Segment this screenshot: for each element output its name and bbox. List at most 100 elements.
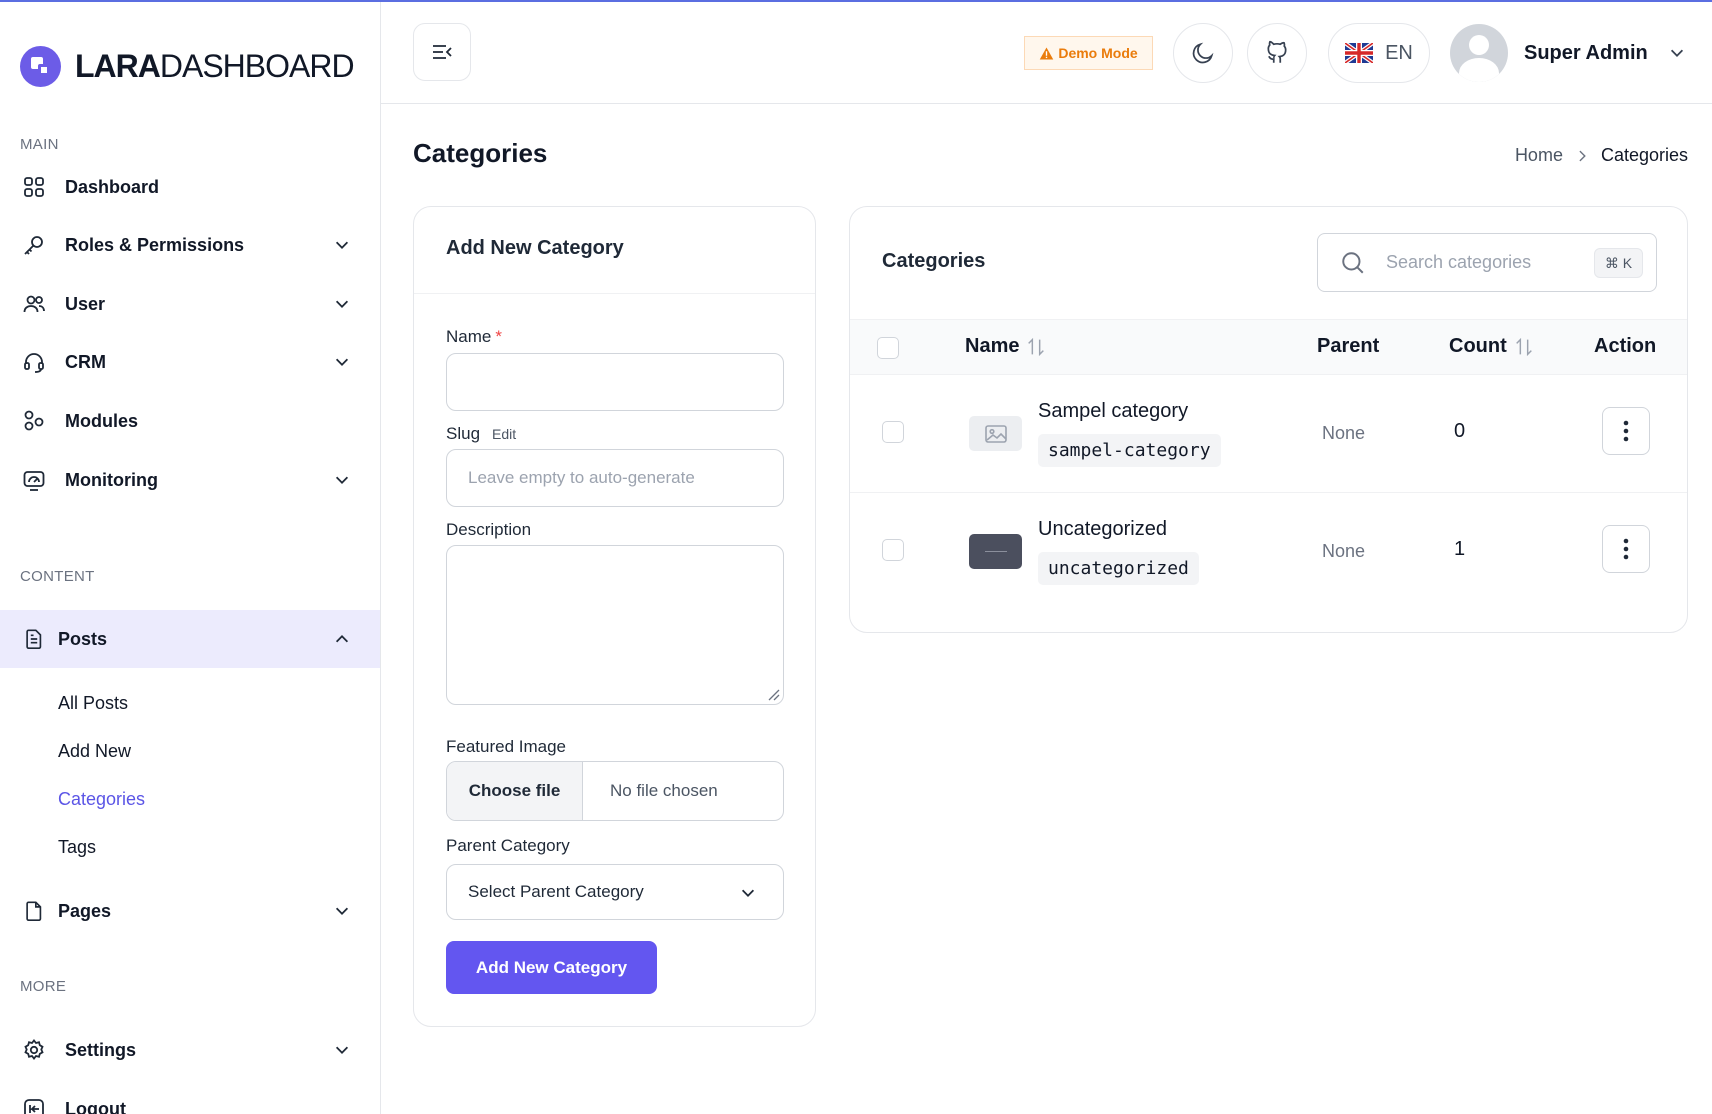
chevron-up-icon	[335, 635, 349, 643]
name-input[interactable]	[446, 353, 784, 411]
sidebar-subitem-categories[interactable]: Categories	[58, 789, 145, 810]
moon-icon	[1192, 42, 1214, 64]
slug-edit-link[interactable]: Edit	[492, 426, 516, 442]
add-category-button[interactable]: Add New Category	[446, 941, 657, 994]
breadcrumb: Home Categories	[1515, 145, 1688, 166]
table-row: Sampel category sampel-category None 0	[850, 375, 1687, 493]
demo-mode-badge: Demo Mode	[1024, 36, 1153, 70]
grid-icon	[22, 175, 46, 199]
column-count[interactable]: Count	[1449, 335, 1535, 358]
breadcrumb-current: Categories	[1600, 145, 1688, 165]
sidebar-item-posts[interactable]: Posts	[0, 610, 380, 668]
choose-file-button[interactable]: Choose file	[447, 762, 583, 820]
chevron-down-icon	[335, 300, 349, 308]
category-parent: None	[1322, 541, 1366, 561]
table-row: Uncategorized uncategorized None 1	[850, 493, 1687, 611]
category-slug: sampel-category	[1038, 434, 1221, 467]
uk-flag-icon	[1345, 43, 1374, 63]
language-switcher[interactable]: EN	[1328, 23, 1430, 83]
sidebar-item-label: Settings	[65, 1039, 137, 1060]
sidebar-item-user[interactable]: User	[0, 275, 380, 333]
sidebar-subitem-add-new[interactable]: Add New	[58, 741, 131, 762]
add-category-title: Add New Category	[414, 207, 815, 294]
row-checkbox[interactable]	[882, 421, 904, 443]
sidebar-item-label: Roles & Permissions	[65, 234, 245, 255]
more-vertical-icon	[1623, 538, 1629, 560]
sidebar-item-label: CRM	[65, 351, 106, 372]
file-icon	[22, 899, 46, 923]
column-name[interactable]: Name	[965, 335, 1047, 358]
section-label-content: CONTENT	[20, 568, 95, 585]
sidebar-item-monitoring[interactable]: Monitoring	[0, 451, 380, 509]
sidebar-item-label: User	[65, 293, 106, 314]
modules-icon	[22, 409, 46, 433]
category-count: 0	[1454, 420, 1466, 442]
sidebar-item-label: Posts	[58, 628, 108, 649]
sidebar-toggle-button[interactable]	[413, 23, 471, 81]
page-title: Categories	[413, 138, 548, 168]
row-actions-button[interactable]	[1602, 407, 1650, 455]
key-icon	[22, 233, 46, 257]
chevron-down-icon	[741, 889, 755, 897]
description-label: Description	[446, 520, 532, 539]
section-label-more: MORE	[20, 978, 67, 995]
brand-logo-icon	[20, 46, 61, 87]
row-checkbox[interactable]	[882, 539, 904, 561]
column-action: Action	[1594, 335, 1657, 357]
featured-image-input[interactable]: Choose file No file chosen	[446, 761, 784, 821]
sidebar-item-pages[interactable]: Pages	[0, 882, 380, 940]
chevron-down-icon	[335, 358, 349, 366]
parent-category-select[interactable]: Select Parent Category	[446, 864, 784, 920]
featured-image-label: Featured Image	[446, 737, 567, 756]
sidebar-item-modules[interactable]: Modules	[0, 392, 380, 450]
avatar	[1450, 24, 1508, 82]
more-vertical-icon	[1623, 420, 1629, 442]
table-header: Name Parent Count Action	[850, 319, 1687, 375]
required-mark: *	[495, 327, 502, 346]
sidebar-item-roles[interactable]: Roles & Permissions	[0, 216, 380, 274]
row-actions-button[interactable]	[1602, 525, 1650, 573]
sidebar-subitem-tags[interactable]: Tags	[58, 837, 96, 858]
image-placeholder-icon	[969, 416, 1022, 451]
slug-input[interactable]: Leave empty to auto-generate	[446, 449, 784, 507]
sidebar-item-label: Modules	[65, 410, 139, 431]
dark-mode-toggle[interactable]	[1173, 23, 1233, 83]
search-placeholder: Search categories	[1386, 252, 1532, 272]
parent-category-label: Parent Category	[446, 836, 570, 855]
search-shortcut: ⌘ K	[1594, 248, 1643, 278]
sidebar-item-crm[interactable]: CRM	[0, 333, 380, 391]
category-name[interactable]: Uncategorized	[1038, 518, 1167, 541]
category-thumbnail	[969, 534, 1022, 569]
brand-name: LARADASHBOARD	[75, 48, 355, 84]
description-textarea[interactable]	[446, 545, 784, 705]
sidebar-item-label: Pages	[58, 900, 112, 921]
users-icon	[22, 292, 46, 316]
categories-list-card: Categories Search categories ⌘ K Name Pa…	[849, 206, 1688, 633]
name-label: Name *	[446, 327, 502, 346]
category-count: 1	[1454, 538, 1466, 560]
sidebar-item-label: Logout	[65, 1098, 126, 1114]
resize-handle-icon[interactable]	[766, 687, 780, 701]
chevron-right-icon	[1579, 150, 1586, 161]
github-link-button[interactable]	[1247, 23, 1307, 83]
search-input[interactable]: Search categories ⌘ K	[1317, 233, 1657, 292]
user-menu[interactable]: Super Admin	[1450, 23, 1686, 83]
sidebar-item-logout[interactable]: Logout	[0, 1080, 380, 1114]
add-category-card: Add New Category Name * Slug Edit Leave em…	[413, 206, 816, 1027]
sidebar-item-label: Monitoring	[65, 469, 158, 490]
sort-icon	[1515, 337, 1532, 356]
language-code: EN	[1385, 41, 1413, 64]
document-icon	[22, 627, 46, 651]
category-name[interactable]: Sampel category	[1038, 400, 1188, 423]
sidebar-subitem-all-posts[interactable]: All Posts	[58, 693, 128, 714]
chevron-down-icon	[335, 1046, 349, 1054]
chevron-down-icon	[335, 476, 349, 484]
file-status: No file chosen	[610, 781, 718, 800]
breadcrumb-home[interactable]: Home	[1515, 145, 1563, 166]
brand[interactable]: LARADASHBOARD	[20, 46, 355, 87]
column-parent: Parent	[1317, 335, 1380, 357]
top-header: Demo Mode EN Super Admin	[381, 2, 1712, 104]
select-all-checkbox[interactable]	[877, 337, 899, 359]
sidebar-item-settings[interactable]: Settings	[0, 1021, 380, 1079]
sidebar-item-dashboard[interactable]: Dashboard	[0, 158, 380, 216]
